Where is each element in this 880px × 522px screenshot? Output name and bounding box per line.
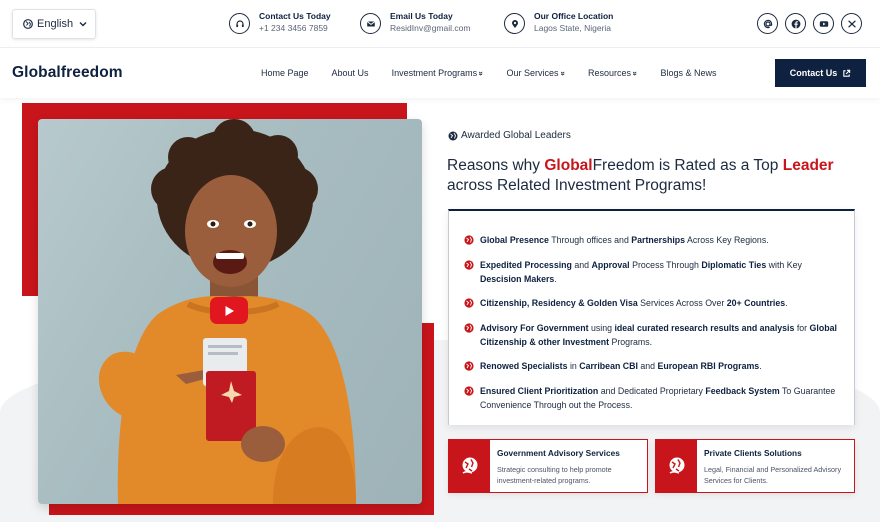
- feature-item: Renowed Specialists in Carribean CBI and…: [464, 359, 842, 373]
- language-label: English: [37, 18, 74, 30]
- contact-email-value: ResidInv@gmail.com: [390, 23, 471, 33]
- features-card: Global Presence Through offices and Part…: [448, 209, 855, 425]
- external-link-icon: [843, 69, 851, 77]
- feature-text: Global Presence Through offices and Part…: [480, 235, 769, 245]
- feature-text: Ensured Client Prioritization and Dedica…: [480, 386, 836, 410]
- contact-phone[interactable]: Contact Us Today +1 234 3456 7859: [229, 11, 331, 35]
- award-label-text: Awarded Global Leaders: [461, 130, 571, 141]
- language-selector[interactable]: English: [12, 9, 96, 39]
- nav-item-resources[interactable]: Resources»: [588, 68, 640, 78]
- feature-text: Advisory For Government using ideal cura…: [480, 323, 837, 347]
- contact-phone-title: Contact Us Today: [259, 11, 331, 21]
- contact-phone-value: +1 234 3456 7859: [259, 23, 328, 33]
- chevron-down-icon: [79, 22, 87, 27]
- headline-accent: Leader: [782, 157, 834, 174]
- nav-item-label: Investment Programs: [391, 68, 478, 78]
- threads-icon[interactable]: [757, 13, 778, 34]
- feature-text: Expedited Processing and Approval Proces…: [480, 260, 802, 284]
- feature-item: Expedited Processing and Approval Proces…: [464, 258, 842, 286]
- service-description: Legal, Financial and Personalized Adviso…: [704, 465, 842, 485]
- feature-item: Global Presence Through offices and Part…: [464, 233, 842, 247]
- double-chevron-down-icon: »: [476, 70, 486, 76]
- headline-post: across Related Investment Programs!: [447, 177, 707, 194]
- feature-text: Renowed Specialists in Carribean CBI and…: [480, 361, 762, 371]
- service-title: Government Advisory Services: [497, 448, 620, 458]
- youtube-icon[interactable]: [813, 13, 834, 34]
- headline-mid: is Rated as a Top: [654, 157, 783, 174]
- contact-location-value: Lagos State, Nigeria: [534, 23, 612, 33]
- youtube-play-button[interactable]: [210, 297, 248, 324]
- globe-bullet-icon: [464, 260, 474, 270]
- mail-icon: [360, 13, 381, 34]
- nav-item-label: Home Page: [261, 68, 309, 78]
- globe-bullet-icon: [464, 298, 474, 308]
- contact-us-label: Contact Us: [789, 68, 838, 78]
- globe-hand-icon: [449, 440, 490, 492]
- double-chevron-down-icon: »: [558, 70, 568, 76]
- contact-us-button[interactable]: Contact Us: [775, 59, 866, 87]
- feature-item: Ensured Client Prioritization and Dedica…: [464, 384, 842, 412]
- nav-item-about[interactable]: About Us: [332, 68, 369, 78]
- nav-item-label: Our Services: [506, 68, 559, 78]
- contact-email[interactable]: Email Us Today ResidInv@gmail.com: [360, 11, 470, 35]
- contact-location[interactable]: Our Office Location Lagos State, Nigeria: [504, 11, 613, 35]
- globe-bullet-icon: [464, 361, 474, 371]
- globe-bullet-icon: [464, 323, 474, 333]
- x-icon[interactable]: [841, 13, 862, 34]
- nav-item-label: Blogs & News: [660, 68, 717, 78]
- nav-item-investment-programs[interactable]: Investment Programs»: [391, 68, 486, 78]
- service-title: Private Clients Solutions: [704, 448, 802, 458]
- top-bar: English Contact Us Today +1 234 3456 785…: [0, 0, 880, 48]
- globe-hand-icon: [656, 440, 697, 492]
- nav-menu: Home Page About Us Investment Programs» …: [261, 68, 740, 78]
- feature-text: Citizenship, Residency & Golden Visa Ser…: [480, 298, 788, 308]
- nav-item-label: About Us: [331, 68, 369, 78]
- social-links: [757, 13, 862, 34]
- globe-icon: [448, 131, 458, 140]
- contact-email-title: Email Us Today: [390, 11, 453, 21]
- contact-location-title: Our Office Location: [534, 11, 614, 21]
- service-description: Strategic consulting to help promote inv…: [497, 465, 612, 485]
- nav-item-services[interactable]: Our Services»: [506, 68, 568, 78]
- location-pin-icon: [504, 13, 525, 34]
- nav-item-label: Resources: [588, 68, 632, 78]
- globe-bullet-icon: [464, 235, 474, 245]
- site-logo[interactable]: Globalfreedom: [12, 64, 123, 82]
- headline-pre: Reasons why: [447, 157, 545, 174]
- facebook-icon[interactable]: [785, 13, 806, 34]
- award-label: Awarded Global Leaders: [448, 130, 571, 141]
- main-nav: Globalfreedom Home Page About Us Investm…: [0, 48, 880, 98]
- feature-item: Citizenship, Residency & Golden Visa Ser…: [464, 296, 842, 310]
- play-icon: [225, 305, 234, 316]
- globe-icon: [23, 19, 33, 29]
- nav-item-blogs[interactable]: Blogs & News: [661, 68, 717, 78]
- service-card-government-advisory[interactable]: Government Advisory Services Strategic c…: [448, 439, 648, 493]
- service-card-private-clients[interactable]: Private Clients Solutions Legal, Financi…: [655, 439, 855, 493]
- double-chevron-down-icon: »: [630, 70, 640, 76]
- feature-item: Advisory For Government using ideal cura…: [464, 321, 842, 349]
- hero-headline: Reasons why GlobalFreedom is Rated as a …: [447, 156, 847, 196]
- nav-item-home[interactable]: Home Page: [261, 68, 309, 78]
- headset-icon: [229, 13, 250, 34]
- globe-bullet-icon: [464, 386, 474, 396]
- headline-brand-b: Freedom: [592, 157, 655, 174]
- headline-brand-a: Global: [544, 157, 593, 174]
